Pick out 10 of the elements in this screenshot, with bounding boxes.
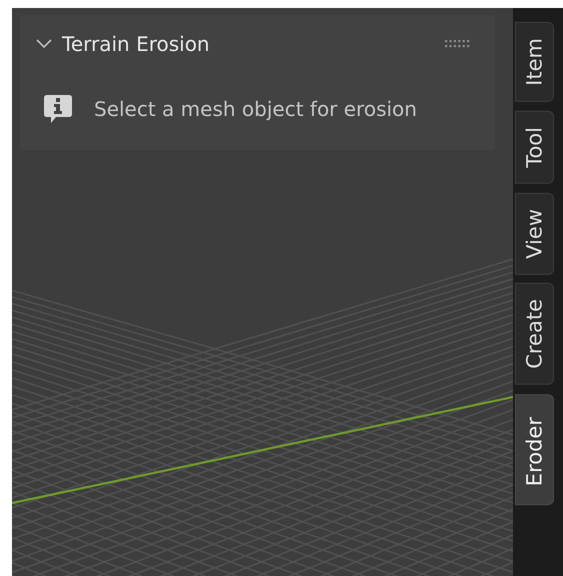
sidebar-tab[interactable]: Tool xyxy=(515,110,554,184)
sidebar-tab[interactable]: Item xyxy=(515,22,554,102)
drag-handle-icon[interactable] xyxy=(445,39,471,49)
info-icon xyxy=(42,93,74,125)
sidebar-tab[interactable]: Eroder xyxy=(515,394,554,506)
sidebar-tab[interactable]: View xyxy=(515,192,554,274)
chevron-down-icon[interactable] xyxy=(36,39,52,49)
info-message: Select a mesh object for erosion xyxy=(94,97,417,121)
sidebar-tab[interactable]: Create xyxy=(515,283,554,386)
panel-title[interactable]: Terrain Erosion xyxy=(62,32,210,56)
